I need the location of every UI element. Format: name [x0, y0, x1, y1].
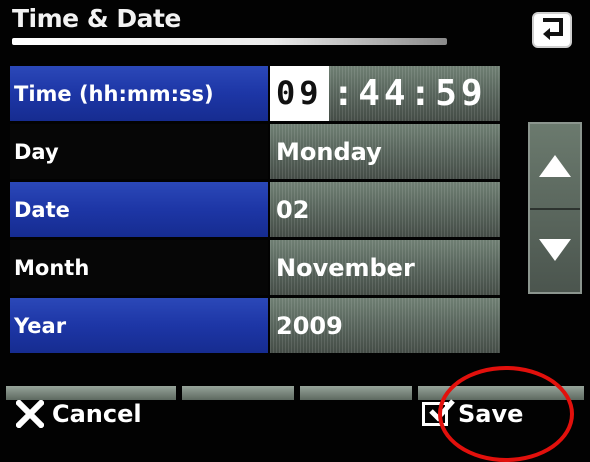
footer-bar-segment: [6, 386, 176, 400]
day-value[interactable]: Monday: [270, 124, 500, 179]
page-title: Time & Date: [12, 4, 181, 33]
day-label: Day: [10, 124, 268, 179]
highlight-circle: [438, 366, 574, 462]
back-button[interactable]: [532, 12, 572, 48]
arrow-down-icon: [539, 239, 571, 261]
time-minutes-seconds[interactable]: :44:59: [333, 73, 487, 114]
month-value[interactable]: November: [270, 240, 500, 295]
year-label: Year: [10, 298, 268, 353]
x-icon: [16, 400, 44, 428]
day-row[interactable]: Day Monday: [10, 124, 500, 179]
year-row[interactable]: Year 2009: [10, 298, 500, 353]
footer-bar-segment: [300, 386, 412, 400]
date-row[interactable]: Date 02: [10, 182, 500, 237]
scroll-control: [528, 122, 582, 294]
cancel-label: Cancel: [52, 400, 142, 428]
scroll-down-button[interactable]: [530, 208, 580, 292]
time-value[interactable]: 09 :44:59: [270, 66, 500, 121]
time-row[interactable]: Time (hh:mm:ss) 09 :44:59: [10, 66, 500, 121]
arrow-up-icon: [539, 155, 571, 177]
date-value[interactable]: 02: [270, 182, 500, 237]
month-label: Month: [10, 240, 268, 295]
title-underline: [12, 38, 447, 45]
return-arrow-icon: [543, 18, 563, 40]
time-hours-field[interactable]: 09: [270, 66, 329, 121]
footer-bar-segment: [182, 386, 294, 400]
scroll-up-button[interactable]: [530, 124, 580, 210]
month-row[interactable]: Month November: [10, 240, 500, 295]
time-label: Time (hh:mm:ss): [10, 66, 268, 121]
year-value[interactable]: 2009: [270, 298, 500, 353]
date-label: Date: [10, 182, 268, 237]
cancel-button[interactable]: Cancel: [16, 400, 142, 428]
